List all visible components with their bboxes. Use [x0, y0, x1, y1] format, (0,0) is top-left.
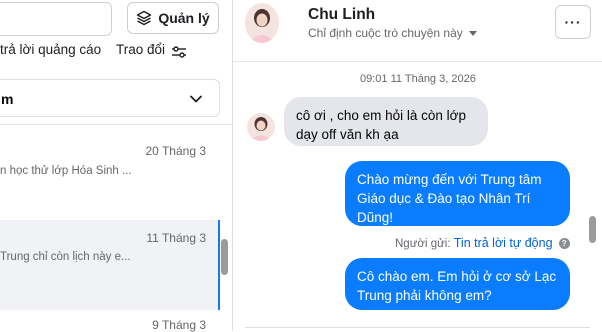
assign-conversation-dropdown[interactable]: Chỉ định cuộc trò chuyện này — [308, 26, 477, 40]
conversation-list-panel: Quản lý trả lời quảng cáo Trao đổi m 20 … — [0, 0, 232, 332]
contact-avatar[interactable] — [245, 3, 279, 43]
conversation-item[interactable]: 9 Tháng 3 — [0, 312, 218, 332]
assign-label: Chỉ định cuộc trò chuyện này — [308, 26, 463, 40]
chat-panel: Chu Linh Chỉ định cuộc trò chuyện này ··… — [233, 0, 602, 331]
search-input[interactable] — [0, 2, 112, 36]
more-options-button[interactable]: ··· — [555, 5, 591, 39]
composer-divider — [245, 327, 590, 328]
inbox-select-value: m — [1, 91, 14, 107]
outgoing-message: Cô chào em. Em hỏi ở cơ sở Lạc Trung phả… — [345, 258, 570, 310]
sliders-icon[interactable] — [171, 44, 187, 60]
inbox-select[interactable]: m — [0, 79, 220, 117]
conversation-item-selected[interactable]: 11 Tháng 3 Trung chỉ còn lịch này e... — [0, 220, 220, 310]
incoming-message: cô ơi , cho em hỏi là còn lớp dạy off vă… — [284, 97, 488, 146]
divider — [0, 124, 232, 125]
conversation-item[interactable]: 20 Tháng 3 n học thử lớp Hóa Sinh ... — [0, 126, 218, 208]
sender-prefix: Người gửi: — [395, 238, 451, 250]
manage-button[interactable]: Quản lý — [127, 2, 219, 34]
scrollbar-thumb[interactable] — [221, 239, 228, 275]
help-icon[interactable]: ? — [558, 238, 570, 250]
conversation-snippet: n học thử lớp Hóa Sinh ... — [0, 165, 132, 177]
auto-reply-link[interactable]: Tin trả lời tự động — [454, 236, 553, 250]
conversation-snippet: Trung chỉ còn lịch này e... — [0, 251, 131, 263]
conversation-date: 9 Tháng 3 — [152, 318, 206, 332]
contact-name: Chu Linh — [308, 6, 376, 23]
message-timestamp: 09:01 11 Tháng 3, 2026 — [360, 73, 476, 85]
scrollbar-thumb[interactable] — [589, 216, 596, 243]
sender-avatar — [247, 113, 275, 141]
header-divider — [233, 61, 602, 62]
sender-info: Người gửi: Tin trả lời tự động ? — [395, 236, 570, 250]
manage-label: Quản lý — [158, 10, 210, 26]
chevron-down-icon — [190, 95, 202, 103]
filter-ad-replies[interactable]: trả lời quảng cáo — [0, 42, 101, 57]
filter-exchange[interactable]: Trao đổi — [116, 42, 165, 57]
outgoing-message: Chào mừng đến với Trung tâm Giáo dục & Đ… — [345, 161, 570, 226]
caret-down-icon — [468, 30, 477, 36]
layers-icon — [137, 10, 152, 26]
conversation-date: 11 Tháng 3 — [146, 231, 206, 245]
more-icon: ··· — [564, 14, 582, 30]
conversation-date: 20 Tháng 3 — [145, 144, 207, 158]
